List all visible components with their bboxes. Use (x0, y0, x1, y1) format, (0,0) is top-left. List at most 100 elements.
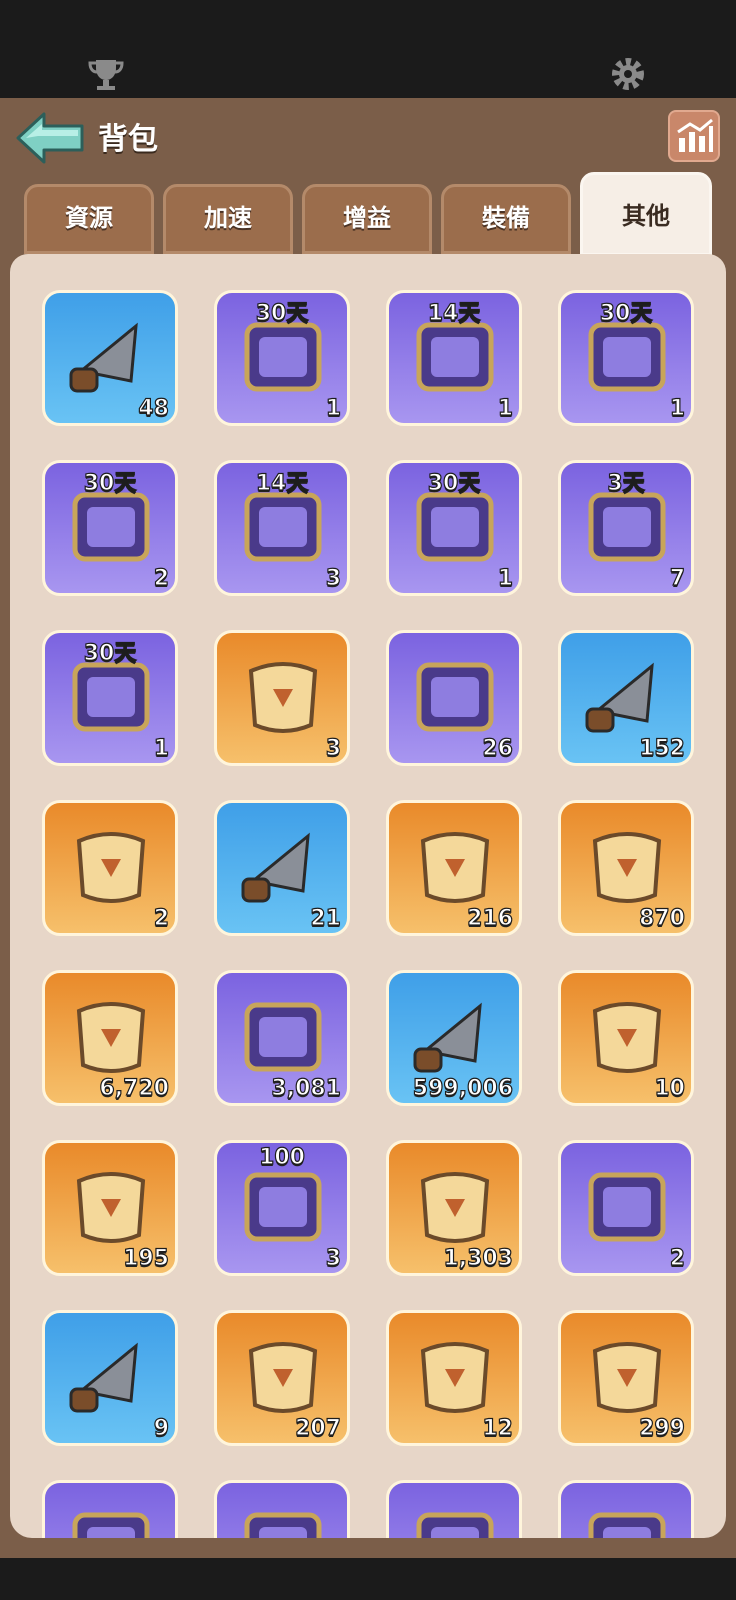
stats-button[interactable] (668, 110, 720, 162)
item-count: 1 (325, 395, 342, 421)
inventory-item[interactable]: 48 (42, 290, 178, 426)
bronze-plate-icon (233, 1161, 333, 1253)
green-potion-icon (405, 651, 505, 743)
item-count: 2 (669, 1245, 686, 1271)
inventory-item[interactable]: 100 3 (214, 1140, 350, 1276)
inventory-item[interactable]: 9 (42, 1310, 178, 1446)
hero-puzzle-icon (577, 1501, 677, 1538)
tab-boosts[interactable]: 增益 (302, 184, 432, 254)
blueprint-scroll-icon (61, 991, 161, 1083)
item-duration: 30天 (255, 300, 309, 326)
inventory-item[interactable]: 3天 7 (558, 460, 694, 596)
inventory-item[interactable]: 30天 1 (42, 630, 178, 766)
gold-rune-stone-icon (61, 821, 161, 913)
inventory-item[interactable] (558, 1480, 694, 1538)
inventory-item[interactable]: 870 (558, 800, 694, 936)
inventory-item[interactable]: 21 (214, 800, 350, 936)
item-duration: 100 (258, 1144, 305, 1170)
item-count: 21 (310, 905, 342, 931)
crown-hammer-icon (61, 1161, 161, 1253)
inventory-item[interactable]: 3,081 (214, 970, 350, 1106)
inventory-item[interactable]: 30天 2 (42, 460, 178, 596)
inventory-item[interactable]: 26 (386, 630, 522, 766)
item-count: 10 (654, 1075, 686, 1101)
gear-icon[interactable] (608, 54, 648, 94)
item-count: 3,081 (271, 1075, 342, 1101)
inventory-item[interactable]: 30天 1 (386, 460, 522, 596)
tab-other[interactable]: 其他 (580, 172, 712, 256)
item-count: 48 (138, 395, 170, 421)
item-duration: 30天 (599, 300, 653, 326)
inventory-item[interactable]: 2 (42, 800, 178, 936)
arrow-left-icon (16, 112, 84, 164)
inventory-item[interactable]: 30天 1 (214, 290, 350, 426)
backpack-screen: 背包 資源 加速 增益 裝備 其他 48 30天 1 14天 1 30天 1 30天 2 14天 3… (0, 98, 736, 1558)
item-duration: 30天 (83, 640, 137, 666)
orange-puzzle-icon (405, 1161, 505, 1253)
inventory-item[interactable]: 2 (558, 1140, 694, 1276)
item-count: 152 (638, 735, 685, 761)
inventory-item[interactable]: 1,303 (386, 1140, 522, 1276)
item-count: 1,303 (443, 1245, 514, 1271)
item-duration: 30天 (83, 470, 137, 496)
item-count: 26 (482, 735, 514, 761)
inventory-item[interactable]: 12 (386, 1310, 522, 1446)
blonde-hero-puzzle-icon (577, 1331, 677, 1423)
item-count: 3 (325, 565, 342, 591)
inventory-item[interactable] (214, 1480, 350, 1538)
inventory-item[interactable]: 6,720 (42, 970, 178, 1106)
paw-book-icon (577, 651, 677, 743)
item-duration: 3天 (607, 470, 646, 496)
item-count: 870 (638, 905, 685, 931)
item-count: 7 (669, 565, 686, 591)
nun-hero-puzzle-icon (405, 1331, 505, 1423)
rope-spool-icon (233, 991, 333, 1083)
inventory-item[interactable] (42, 1480, 178, 1538)
tab-resources[interactable]: 資源 (24, 184, 154, 254)
tab-speedups[interactable]: 加速 (163, 184, 293, 254)
item-count: 6,720 (99, 1075, 170, 1101)
hero-puzzle-icon (405, 1501, 505, 1538)
item-count: 195 (122, 1245, 169, 1271)
inventory-item[interactable]: 14天 3 (214, 460, 350, 596)
item-count: 12 (482, 1415, 514, 1441)
inventory-item[interactable]: 152 (558, 630, 694, 766)
item-duration: 14天 (427, 300, 481, 326)
item-count: 1 (497, 565, 514, 591)
item-duration: 30天 (427, 470, 481, 496)
inventory-item[interactable]: 30天 1 (558, 290, 694, 426)
item-count: 2 (153, 565, 170, 591)
item-count: 2 (153, 905, 170, 931)
blue-puzzle-icon (61, 1331, 161, 1423)
back-button[interactable] (14, 108, 86, 168)
item-count: 3 (325, 1245, 342, 1271)
inventory-item[interactable]: 299 (558, 1310, 694, 1446)
inventory-item[interactable]: 599,006 (386, 970, 522, 1106)
item-grid-panel: 48 30天 1 14天 1 30天 1 30天 2 14天 3 30天 1 3天 7 30天 1 3 26 152 2… (10, 254, 726, 1538)
item-count: 299 (638, 1415, 685, 1441)
item-count: 1 (153, 735, 170, 761)
trophy-icon[interactable] (86, 54, 126, 94)
item-count: 1 (497, 395, 514, 421)
item-count: 1 (669, 395, 686, 421)
item-count: 207 (294, 1415, 341, 1441)
diamond-scroll-icon (405, 821, 505, 913)
inventory-item[interactable]: 14天 1 (386, 290, 522, 426)
hero-portrait-icon (233, 651, 333, 743)
inventory-item[interactable]: 10 (558, 970, 694, 1106)
inventory-item[interactable]: 195 (42, 1140, 178, 1276)
inventory-item[interactable]: 3 (214, 630, 350, 766)
tab-equipment[interactable]: 裝備 (441, 184, 571, 254)
page-title: 背包 (98, 122, 158, 157)
inventory-item[interactable] (386, 1480, 522, 1538)
silver-rune-stone-icon (233, 821, 333, 913)
purple-puzzle-icon (577, 1161, 677, 1253)
item-count: 599,006 (412, 1075, 513, 1101)
inventory-item[interactable]: 216 (386, 800, 522, 936)
diamond-book-icon (577, 821, 677, 913)
inventory-item[interactable]: 207 (214, 1310, 350, 1446)
hero-puzzle-icon (61, 1501, 161, 1538)
item-duration: 14天 (255, 470, 309, 496)
map-scroll-icon (405, 991, 505, 1083)
status-bar (0, 0, 736, 98)
